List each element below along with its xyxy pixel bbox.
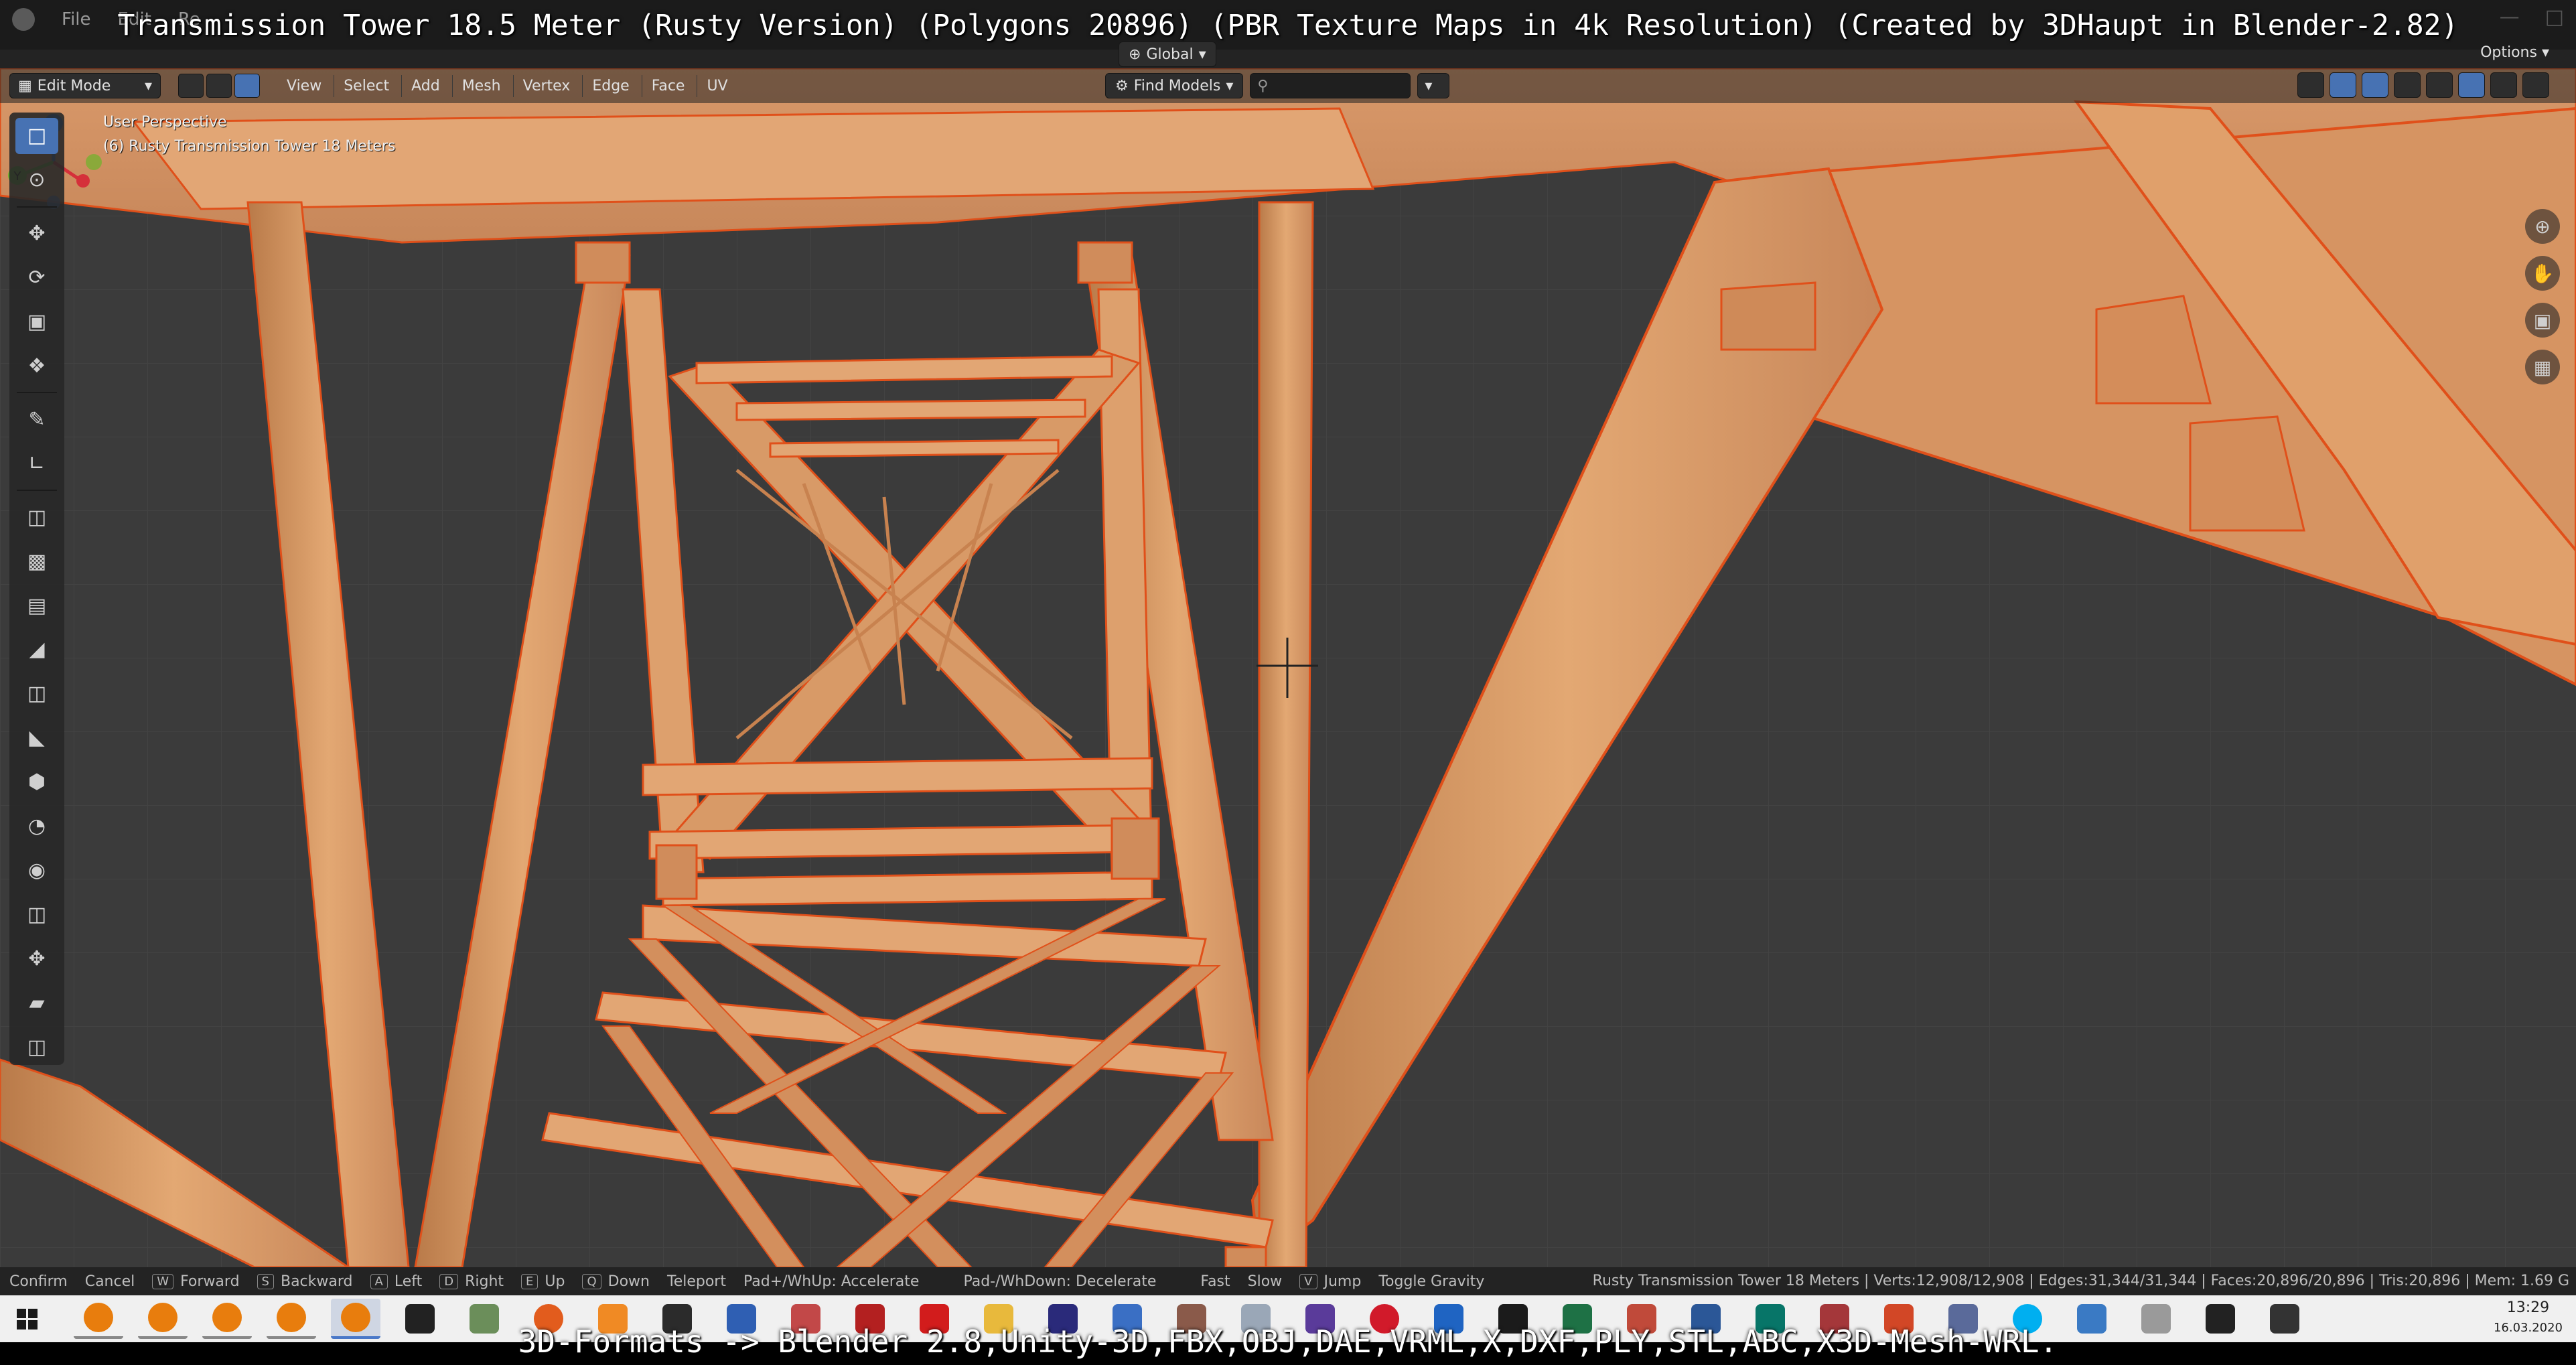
zoom-icon[interactable]: ⊕ (2525, 209, 2560, 244)
menu-edge[interactable]: Edge (582, 74, 638, 97)
transform-icon[interactable]: ❖ (15, 348, 58, 384)
shear-icon[interactable]: ▰ (15, 985, 58, 1021)
grid-ortho-icon[interactable]: ▦ (2525, 350, 2560, 384)
chevron-down-icon: ▾ (1425, 77, 1433, 94)
poly-build-icon[interactable]: ⬢ (15, 764, 58, 800)
search-icon: ⚲ (1257, 77, 1269, 94)
viewport-object-name: (6) Rusty Transmission Tower 18 Meters (103, 138, 396, 155)
status-key-up: E Up (521, 1273, 565, 1290)
select-box-icon[interactable]: □ (15, 118, 58, 154)
menu-mesh[interactable]: Mesh (451, 74, 510, 97)
pan-hand-icon[interactable]: ✋ (2525, 256, 2560, 291)
mode-label: Edit Mode (37, 77, 111, 94)
tool-settings-bar (0, 50, 2576, 68)
menu-select[interactable]: Select (334, 74, 399, 97)
knife-icon[interactable]: ◣ (15, 720, 58, 756)
chevron-down-icon: ▾ (1198, 46, 1206, 63)
menu-face[interactable]: Face (641, 74, 695, 97)
status-key-toggle-gravity: Toggle Gravity (1378, 1273, 1485, 1290)
status-key-fast: Fast (1200, 1273, 1230, 1290)
search-dropdown[interactable]: ▾ (1417, 73, 1450, 98)
select-mode-buttons (178, 74, 260, 98)
edge-slide-icon[interactable]: ◫ (15, 896, 58, 932)
status-key-backward: S Backward (257, 1273, 353, 1290)
chevron-down-icon: ▾ (144, 77, 152, 94)
inset-icon[interactable]: ▤ (15, 587, 58, 624)
face-select-icon[interactable] (234, 74, 260, 98)
move-icon[interactable]: ✥ (15, 216, 58, 252)
scale-icon[interactable]: ▣ (15, 304, 58, 340)
search-input[interactable]: ⚲ (1250, 73, 1411, 98)
xray-icon[interactable] (2394, 72, 2421, 98)
status-key-left: A Left (370, 1273, 422, 1290)
leg-joint (1720, 281, 1816, 351)
annotate-icon[interactable]: ✎ (15, 401, 58, 437)
camera-icon[interactable]: ▣ (2525, 303, 2560, 338)
viewport-shading-tools (2297, 72, 2549, 98)
overlay-toggle-icon[interactable] (2362, 72, 2388, 98)
navigation-buttons: ⊕ ✋ ▣ ▦ (2525, 209, 2560, 384)
edit-mode-icon: ▦ (18, 77, 32, 94)
menu-uv[interactable]: UV (697, 74, 737, 97)
divider (17, 392, 57, 394)
rip-region-icon[interactable]: ◫ (15, 1029, 58, 1065)
wireframe-shading-icon[interactable] (2426, 72, 2453, 98)
formats-caption-overlay: 3D-Formats -> Blender 2.8,Unity-3D,FBX,O… (518, 1323, 2058, 1360)
3d-viewport[interactable]: User Perspective (6) Rusty Transmission … (0, 68, 2576, 1267)
orientation-label: Global (1146, 46, 1194, 63)
status-key-forward: W Forward (152, 1273, 240, 1290)
visibility-icon[interactable] (2297, 72, 2324, 98)
menu-view[interactable]: View (277, 75, 331, 97)
shrink-fatten-icon[interactable]: ✥ (15, 940, 58, 977)
bevel-icon[interactable]: ◢ (15, 632, 58, 668)
viewport-perspective: User Perspective (103, 114, 227, 131)
status-key-down: Q Down (582, 1273, 650, 1290)
rendered-shading-icon[interactable] (2522, 72, 2549, 98)
clock-time: 13:29 (2506, 1299, 2550, 1316)
extrude-icon[interactable]: ▩ (15, 543, 58, 579)
status-key-right: D Right (439, 1273, 504, 1290)
status-key-accelerate: Pad+/WhUp: Accelerate (743, 1273, 920, 1290)
chevron-down-icon: ▾ (1226, 77, 1234, 94)
spin-icon[interactable]: ◔ (15, 808, 58, 845)
viewport-scene (0, 68, 2576, 1267)
orientation-icon: ⊕ (1129, 46, 1141, 63)
status-key-decelerate: Pad-/WhDown: Decelerate (963, 1273, 1157, 1290)
status-key-slow: Slow (1247, 1273, 1283, 1290)
gizmo-toggle-icon[interactable] (2330, 72, 2356, 98)
status-key-confirm: Confirm (9, 1273, 68, 1290)
status-key-cancel: Cancel (84, 1273, 135, 1290)
find-models-label: Find Models (1133, 77, 1221, 94)
divider (17, 206, 57, 208)
rotate-icon[interactable]: ⟳ (15, 260, 58, 296)
measure-icon[interactable]: ∟ (15, 445, 58, 482)
center-header-tools: ⚙ Find Models ▾ ⚲ ▾ (1105, 68, 1450, 103)
left-toolbar: □ ⊙ ✥ ⟳ ▣ ❖ ✎ ∟ ◫ ▩ ▤ ◢ ◫ ◣ ⬢ ◔ ◉ ◫ ✥ ▰ … (9, 113, 64, 1065)
edge-select-icon[interactable] (206, 74, 232, 98)
status-key-teleport: Teleport (667, 1273, 726, 1290)
loop-cut-icon[interactable]: ◫ (15, 676, 58, 712)
add-cube-icon[interactable]: ◫ (15, 499, 58, 535)
material-shading-icon[interactable] (2490, 72, 2517, 98)
find-models-select[interactable]: ⚙ Find Models ▾ (1105, 73, 1244, 98)
solid-shading-icon[interactable] (2458, 72, 2485, 98)
find-models-icon: ⚙ (1115, 77, 1129, 94)
menu-add[interactable]: Add (401, 74, 449, 97)
smooth-icon[interactable]: ◉ (15, 853, 58, 889)
status-key-jump: V Jump (1299, 1273, 1361, 1290)
status-bar: Confirm Cancel W Forward S Backward A Left … (0, 1267, 2576, 1295)
cursor-icon[interactable]: ⊙ (15, 162, 58, 198)
video-title-overlay: Transmission Tower 18.5 Meter (Rusty Ver… (117, 9, 2459, 42)
vertex-select-icon[interactable] (178, 74, 204, 98)
menu-vertex[interactable]: Vertex (512, 74, 580, 97)
mode-select[interactable]: ▦ Edit Mode ▾ (9, 73, 161, 98)
scene-statistics: Rusty Transmission Tower 18 Meters | Ver… (1592, 1273, 2569, 1289)
header-menus: View Select Add Mesh Vertex Edge Face UV (277, 74, 737, 97)
divider (17, 490, 57, 492)
